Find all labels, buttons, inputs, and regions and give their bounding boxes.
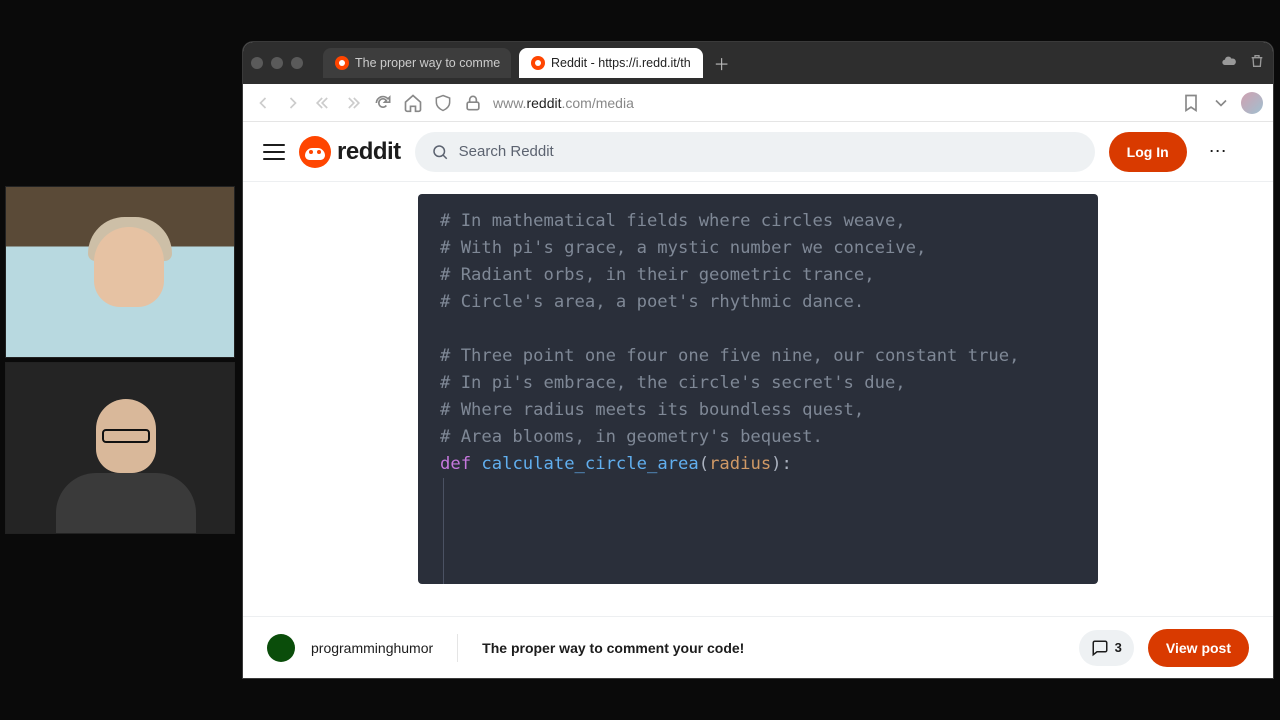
tab-strip: The proper way to comme Reddit - https:/… bbox=[243, 42, 1273, 84]
lock-icon[interactable] bbox=[463, 93, 483, 113]
cloud-icon[interactable] bbox=[1221, 53, 1237, 74]
nav-forward-button[interactable] bbox=[283, 93, 303, 113]
comment-count: 3 bbox=[1115, 640, 1122, 655]
tab-inactive[interactable]: The proper way to comme bbox=[323, 48, 511, 78]
webcam-participant-1 bbox=[5, 186, 235, 358]
search-icon bbox=[431, 143, 449, 161]
browser-window: The proper way to comme Reddit - https:/… bbox=[243, 42, 1273, 678]
bookmark-icon[interactable] bbox=[1181, 93, 1201, 113]
new-tab-button[interactable]: ＋ bbox=[711, 52, 733, 74]
menu-button[interactable] bbox=[263, 144, 285, 160]
webcam-panel bbox=[5, 186, 235, 534]
url-bar: www.reddit.com/media bbox=[243, 84, 1273, 122]
code-image: # In mathematical fields where circles w… bbox=[418, 194, 1098, 584]
close-icon[interactable] bbox=[251, 57, 263, 69]
zoom-icon[interactable] bbox=[291, 57, 303, 69]
home-button[interactable] bbox=[403, 93, 423, 113]
trash-icon[interactable] bbox=[1249, 53, 1265, 74]
nav-forward-all-button[interactable] bbox=[343, 93, 363, 113]
search-placeholder: Search Reddit bbox=[459, 143, 554, 160]
more-button[interactable]: ⋯ bbox=[1201, 135, 1235, 169]
minimize-icon[interactable] bbox=[271, 57, 283, 69]
webcam-participant-2 bbox=[5, 362, 235, 534]
nav-back-button[interactable] bbox=[253, 93, 273, 113]
tab-active[interactable]: Reddit - https://i.redd.it/th bbox=[519, 48, 703, 78]
view-post-button[interactable]: View post bbox=[1148, 629, 1249, 667]
subreddit-avatar[interactable] bbox=[267, 634, 295, 662]
reddit-wordmark: reddit bbox=[337, 138, 401, 166]
nav-back-all-button[interactable] bbox=[313, 93, 333, 113]
search-input[interactable]: Search Reddit bbox=[415, 132, 1095, 172]
profile-avatar[interactable] bbox=[1241, 92, 1263, 114]
post-footer-bar: programminghumor The proper way to comme… bbox=[243, 616, 1273, 678]
tab-label: The proper way to comme bbox=[355, 56, 500, 70]
reddit-favicon-icon bbox=[531, 56, 545, 70]
site-header: reddit Search Reddit Log In ⋯ bbox=[243, 122, 1273, 182]
comment-icon bbox=[1091, 639, 1109, 657]
url-path: /media bbox=[592, 95, 634, 111]
url-tld: .com bbox=[561, 95, 591, 111]
shield-icon[interactable] bbox=[433, 93, 453, 113]
login-button[interactable]: Log In bbox=[1109, 132, 1187, 172]
subreddit-name[interactable]: programminghumor bbox=[311, 640, 433, 656]
url-host: reddit bbox=[526, 95, 561, 111]
tab-label: Reddit - https://i.redd.it/th bbox=[551, 56, 691, 70]
url-subdomain: www. bbox=[493, 95, 526, 111]
reload-button[interactable] bbox=[373, 93, 393, 113]
window-traffic-lights[interactable] bbox=[251, 57, 303, 69]
address-field[interactable]: www.reddit.com/media bbox=[493, 95, 634, 111]
reddit-favicon-icon bbox=[335, 56, 349, 70]
reddit-snoo-icon bbox=[299, 136, 331, 168]
reddit-logo[interactable]: reddit bbox=[299, 136, 401, 168]
chevron-down-icon[interactable] bbox=[1211, 93, 1231, 113]
post-title: The proper way to comment your code! bbox=[482, 640, 744, 656]
comments-button[interactable]: 3 bbox=[1079, 630, 1134, 666]
media-viewer: # In mathematical fields where circles w… bbox=[243, 182, 1273, 616]
